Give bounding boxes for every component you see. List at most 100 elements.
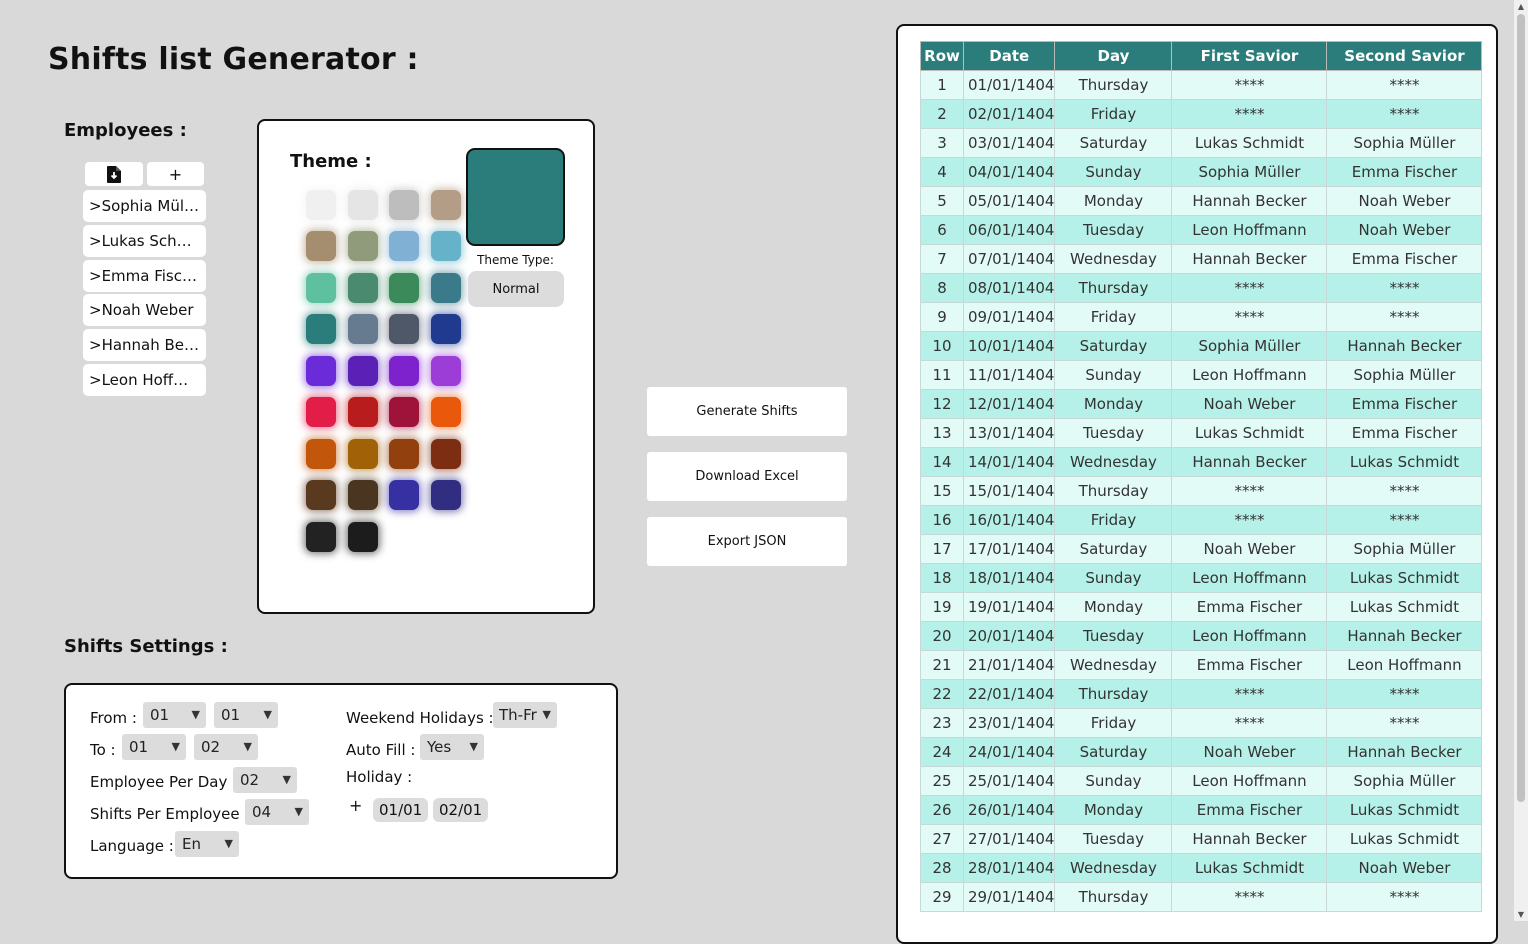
table-cell: **** (1326, 302, 1483, 332)
from-day-select[interactable]: 01 ▼ (143, 702, 206, 728)
table-cell: Thursday (1054, 70, 1173, 100)
import-file-button[interactable] (85, 162, 143, 186)
scroll-up-icon[interactable]: ▲ (1514, 2, 1528, 11)
theme-swatch[interactable] (431, 397, 461, 427)
table-cell: Leon Hoffmann (1171, 215, 1328, 245)
table-row: 17 17/01/1404 Saturday Noah Weber Sophia Mül… (920, 534, 1483, 564)
theme-swatch[interactable] (389, 356, 419, 386)
from-label: From : (90, 709, 137, 727)
theme-swatch[interactable] (389, 190, 419, 220)
employee-per-day-select[interactable]: 02 ▼ (233, 767, 297, 793)
employee-item[interactable]: >Sophia Müller (83, 190, 206, 222)
employee-item[interactable]: >Lukas Schmidt (83, 225, 206, 257)
theme-swatch[interactable] (389, 273, 419, 303)
table-row: 24 24/01/1404 Saturday Noah Weber Hannah Bec… (920, 737, 1483, 767)
theme-swatch[interactable] (348, 480, 378, 510)
holiday-chip[interactable]: 01/01 (373, 798, 429, 822)
theme-swatch[interactable] (389, 231, 419, 261)
table-cell: 16/01/1404 (962, 505, 1056, 535)
table-cell: Lukas Schmidt (1326, 795, 1483, 825)
theme-swatch[interactable] (306, 314, 336, 344)
theme-swatch[interactable] (348, 273, 378, 303)
theme-swatch[interactable] (431, 439, 461, 469)
table-cell: 24/01/1404 (962, 737, 1056, 767)
table-cell: Tuesday (1054, 215, 1173, 245)
table-cell: **** (1326, 679, 1483, 709)
theme-swatch[interactable] (431, 314, 461, 344)
theme-swatch[interactable] (431, 190, 461, 220)
theme-swatch[interactable] (306, 356, 336, 386)
add-employee-button[interactable]: + (147, 162, 204, 186)
theme-swatch[interactable] (348, 190, 378, 220)
theme-swatch[interactable] (348, 397, 378, 427)
theme-swatch[interactable] (306, 439, 336, 469)
employee-item[interactable]: >Leon Hoffmann (83, 364, 206, 396)
table-row: 20 20/01/1404 Tuesday Leon Hoffmann Hannah B… (920, 621, 1483, 651)
theme-swatch[interactable] (431, 273, 461, 303)
table-cell: **** (1171, 273, 1328, 303)
chevron-down-icon: ▼ (282, 773, 291, 786)
table-cell: 7 (920, 244, 964, 274)
table-cell: 06/01/1404 (962, 215, 1056, 245)
theme-swatch[interactable] (348, 314, 378, 344)
export-json-button[interactable]: Export JSON (647, 517, 847, 566)
table-row: 26 26/01/1404 Monday Emma Fischer Lukas Schm… (920, 795, 1483, 825)
chevron-down-icon: ▼ (224, 837, 233, 850)
theme-swatch[interactable] (348, 439, 378, 469)
generate-shifts-button[interactable]: Generate Shifts (647, 387, 847, 436)
theme-swatch[interactable] (348, 231, 378, 261)
to-day-select[interactable]: 01 ▼ (122, 734, 186, 760)
table-cell: 28 (920, 853, 964, 883)
weekend-holidays-select[interactable]: Th-Fr ▼ (493, 702, 557, 728)
table-cell: Hannah Becker (1326, 331, 1483, 361)
column-header[interactable]: First Savior (1171, 41, 1328, 71)
theme-swatch[interactable] (306, 522, 336, 552)
table-cell: Tuesday (1054, 824, 1173, 854)
table-cell: Noah Weber (1171, 737, 1328, 767)
table-cell: 23/01/1404 (962, 708, 1056, 738)
table-cell: 26/01/1404 (962, 795, 1056, 825)
shifts-per-employee-select[interactable]: 04 ▼ (245, 799, 309, 825)
table-cell: Sophia Müller (1171, 331, 1328, 361)
column-header[interactable]: Row (920, 41, 964, 71)
chevron-down-icon: ▼ (171, 740, 180, 753)
theme-swatch[interactable] (389, 439, 419, 469)
table-cell: 17/01/1404 (962, 534, 1056, 564)
column-header[interactable]: Date (962, 41, 1056, 71)
theme-swatch[interactable] (389, 314, 419, 344)
scroll-thumb[interactable] (1517, 14, 1525, 802)
employee-item[interactable]: >Hannah Becker (83, 329, 206, 361)
page-scrollbar[interactable]: ▲ ▼ (1514, 0, 1528, 921)
table-cell: Leon Hoffmann (1171, 621, 1328, 651)
theme-swatch[interactable] (306, 231, 336, 261)
column-header[interactable]: Day (1054, 41, 1173, 71)
table-row: 4 04/01/1404 Sunday Sophia Müller Emma Fisch… (920, 157, 1483, 187)
auto-fill-select[interactable]: Yes ▼ (420, 734, 484, 760)
theme-swatch[interactable] (306, 190, 336, 220)
theme-swatch[interactable] (306, 480, 336, 510)
theme-type-button[interactable]: Normal (468, 271, 564, 307)
theme-swatch[interactable] (306, 273, 336, 303)
theme-swatch[interactable] (389, 480, 419, 510)
employee-item[interactable]: >Emma Fischer (83, 260, 206, 292)
holiday-chip[interactable]: 02/01 (433, 798, 489, 822)
column-header[interactable]: Second Savior (1326, 41, 1483, 71)
to-month-select[interactable]: 02 ▼ (194, 734, 258, 760)
language-select[interactable]: En ▼ (175, 831, 239, 857)
theme-swatch[interactable] (431, 356, 461, 386)
table-cell: 09/01/1404 (962, 302, 1056, 332)
theme-swatch[interactable] (431, 480, 461, 510)
theme-swatch[interactable] (348, 522, 378, 552)
download-excel-button[interactable]: Download Excel (647, 452, 847, 501)
theme-swatch[interactable] (389, 397, 419, 427)
add-holiday-button[interactable]: + (349, 796, 362, 815)
employee-item[interactable]: >Noah Weber (83, 294, 206, 326)
table-cell: Lukas Schmidt (1326, 563, 1483, 593)
theme-swatch[interactable] (306, 397, 336, 427)
theme-swatch[interactable] (431, 231, 461, 261)
from-month-select[interactable]: 01 ▼ (214, 702, 278, 728)
theme-swatch[interactable] (348, 356, 378, 386)
table-cell: Leon Hoffmann (1171, 766, 1328, 796)
chevron-down-icon: ▼ (191, 708, 200, 721)
scroll-down-icon[interactable]: ▼ (1514, 910, 1528, 919)
